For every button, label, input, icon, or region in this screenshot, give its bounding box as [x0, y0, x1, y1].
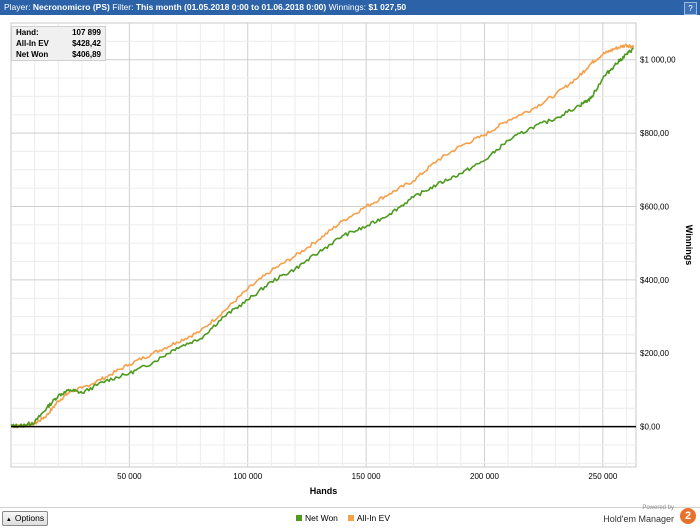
filter-value: This month (01.05.2018 0:00 to 01.06.201… — [135, 2, 327, 12]
stat-value: $428,42 — [72, 39, 101, 48]
filter-label: Filter: — [112, 2, 134, 12]
x-tick-label: 150 000 — [352, 472, 381, 481]
help-button[interactable]: ? — [684, 2, 697, 15]
options-button[interactable]: ▲ Options — [2, 511, 48, 526]
x-tick-label: 200 000 — [470, 472, 499, 481]
footer-divider — [0, 507, 700, 508]
stat-row-net-won: Net Won $406,89 — [12, 49, 105, 60]
y-axis-title: Winnings — [684, 225, 694, 265]
x-axis-title: Hands — [310, 486, 338, 496]
stat-label: Hand: — [16, 28, 39, 37]
legend-item-all-in-ev: All-In EV — [347, 513, 390, 523]
x-tick-label: 50 000 — [117, 472, 142, 481]
y-tick-label: $0,00 — [640, 423, 661, 432]
y-tick-label: $800,00 — [640, 129, 669, 138]
title-bar: Player: Necronomicro (PS) Filter: This m… — [0, 0, 700, 15]
y-tick-label: $1 000,00 — [640, 56, 676, 65]
winnings-label: Winnings: — [328, 2, 366, 12]
triangle-up-icon: ▲ — [5, 517, 12, 523]
legend-item-net-won: Net Won — [296, 513, 338, 523]
stat-row-allin-ev: All-In EV $428,42 — [12, 38, 105, 49]
hm2-logo-icon: 2 — [680, 508, 696, 524]
stat-value: 107 899 — [72, 28, 101, 37]
stat-row-hands: Hand: 107 899 — [12, 27, 105, 38]
y-tick-label: $200,00 — [640, 349, 669, 358]
player-value: Necronomicro (PS) — [32, 2, 110, 12]
brand-name: Hold'em Manager — [603, 514, 674, 524]
x-tick-label: 100 000 — [233, 472, 262, 481]
y-tick-label: $400,00 — [640, 276, 669, 285]
legend-label: All-In EV — [356, 513, 390, 523]
legend-label: Net Won — [305, 513, 338, 523]
grid — [10, 22, 637, 468]
x-tick-label: 250 000 — [588, 472, 617, 481]
player-label: Player: — [4, 2, 31, 12]
stat-label: Net Won — [16, 50, 49, 59]
y-tick-label: $600,00 — [640, 202, 669, 211]
winnings-chart: 50 000 100 000 150 000 200 000 250 000 $0,00 $… — [10, 22, 694, 496]
legend-swatch-net-won — [296, 515, 302, 521]
stat-value: $406,89 — [72, 50, 101, 59]
powered-by-text: Powered by — [642, 505, 674, 511]
plot-frame — [10, 22, 637, 468]
legend: Net Won All-In EV — [296, 513, 390, 523]
options-label: Options — [14, 513, 45, 523]
winnings-value: $1 027,50 — [368, 2, 407, 12]
legend-swatch-all-in-ev — [347, 515, 354, 521]
stats-box: Hand: 107 899 All-In EV $428,42 Net Won … — [11, 26, 106, 61]
stat-label: All-In EV — [16, 39, 49, 48]
